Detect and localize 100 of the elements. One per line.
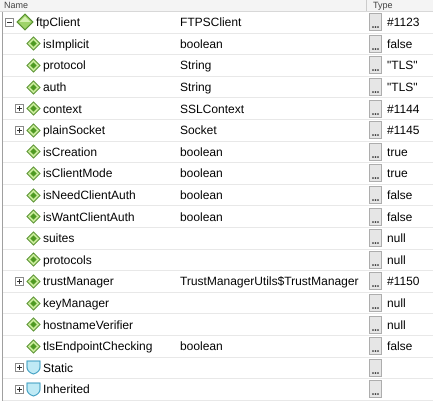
- variable-name[interactable]: tlsEndpointChecking: [43, 339, 152, 354]
- variable-value: null: [387, 252, 406, 267]
- variable-value: true: [387, 144, 408, 159]
- diamond-icon: [16, 13, 34, 32]
- ellipsis-icon: [372, 48, 379, 50]
- diamond-icon: [26, 274, 41, 289]
- variable-name[interactable]: isWantClientAuth: [43, 210, 135, 224]
- variable-type: boolean: [180, 188, 223, 202]
- details-button[interactable]: [369, 229, 382, 248]
- expand-icon[interactable]: [15, 384, 24, 394]
- ellipsis-icon: [372, 69, 379, 72]
- details-button[interactable]: [369, 294, 382, 312]
- variable-type: String: [180, 58, 212, 72]
- diamond-icon: [26, 166, 41, 181]
- collapse-icon[interactable]: [5, 18, 14, 27]
- expand-icon[interactable]: [15, 104, 24, 114]
- details-button[interactable]: [369, 78, 382, 96]
- details-button[interactable]: [369, 142, 382, 161]
- variable-name[interactable]: isNeedClientAuth: [43, 188, 136, 202]
- diamond-icon: [26, 209, 41, 224]
- variable-type: Socket: [180, 123, 217, 138]
- variable-type: boolean: [180, 166, 223, 180]
- diamond-icon: [26, 296, 41, 311]
- ellipsis-icon: [372, 372, 379, 374]
- variable-name[interactable]: protocol: [43, 58, 86, 72]
- ellipsis-icon: [372, 393, 379, 396]
- details-button[interactable]: [369, 164, 382, 182]
- variable-type: TrustManagerUtils$TrustManager: [180, 274, 359, 288]
- variable-value: false: [387, 188, 412, 202]
- diamond-icon: [26, 230, 41, 246]
- column-header[interactable]: Type: [366, 0, 393, 11]
- details-button[interactable]: [369, 250, 382, 269]
- details-button[interactable]: [369, 121, 382, 140]
- variable-name[interactable]: keyManager: [43, 296, 110, 310]
- diamond-icon: [26, 58, 41, 73]
- ellipsis-icon: [372, 328, 379, 331]
- diamond-icon: [26, 188, 41, 203]
- ellipsis-icon: [372, 350, 379, 352]
- ellipsis-icon: [372, 112, 379, 115]
- diamond-icon: [26, 122, 41, 138]
- ellipsis-icon: [372, 264, 379, 266]
- variable-type: FTPSClient: [180, 15, 242, 30]
- variable-name[interactable]: trustManager: [43, 274, 114, 288]
- details-button[interactable]: [369, 34, 382, 53]
- expand-icon[interactable]: [15, 276, 24, 286]
- variable-value: false: [387, 210, 412, 224]
- details-button[interactable]: [369, 358, 382, 377]
- variable-type: String: [180, 80, 212, 94]
- variable-name[interactable]: Inherited: [43, 382, 90, 396]
- variable-type: boolean: [180, 210, 223, 224]
- variable-value: #1144: [387, 102, 420, 116]
- expand-icon[interactable]: [15, 363, 24, 372]
- variable-name[interactable]: context: [43, 102, 82, 116]
- variable-name[interactable]: ftpClient: [36, 15, 80, 30]
- variable-value: null: [387, 318, 406, 332]
- variable-value: "TLS": [387, 58, 418, 72]
- variable-value: false: [387, 36, 412, 51]
- variable-name[interactable]: isImplicit: [43, 36, 90, 51]
- details-button[interactable]: [369, 337, 382, 356]
- variable-value: #1150: [387, 274, 420, 288]
- variable-type: boolean: [180, 339, 223, 354]
- ellipsis-icon: [372, 242, 379, 244]
- ellipsis-icon: [372, 220, 379, 223]
- diamond-icon: [26, 317, 41, 332]
- variable-value: "TLS": [387, 80, 418, 94]
- variable-value: null: [387, 296, 406, 310]
- variable-value: #1123: [387, 15, 420, 30]
- variable-name[interactable]: hostnameVerifier: [43, 318, 134, 332]
- diamond-icon: [26, 101, 41, 116]
- ellipsis-icon: [372, 177, 379, 180]
- ellipsis-icon: [372, 134, 379, 136]
- details-button[interactable]: [369, 272, 382, 290]
- ellipsis-icon: [372, 26, 379, 28]
- ellipsis-icon: [372, 285, 379, 288]
- variable-value: #1145: [387, 123, 420, 138]
- variable-name[interactable]: plainSocket: [43, 123, 106, 138]
- variable-name[interactable]: isClientMode: [43, 166, 112, 180]
- diamond-icon: [26, 36, 41, 52]
- details-button[interactable]: [369, 56, 382, 74]
- column-header[interactable]: Name: [0, 0, 366, 11]
- ellipsis-icon: [372, 156, 379, 158]
- details-button[interactable]: [369, 100, 382, 118]
- variable-name[interactable]: Static: [43, 360, 74, 375]
- diamond-icon: [26, 252, 41, 268]
- variable-name[interactable]: isCreation: [43, 144, 98, 159]
- variable-value: true: [387, 166, 408, 180]
- variable-type: boolean: [180, 36, 223, 51]
- variable-name[interactable]: suites: [43, 231, 74, 246]
- variable-name[interactable]: auth: [43, 80, 66, 94]
- diamond-icon: [26, 80, 41, 95]
- variable-name[interactable]: protocols: [43, 252, 92, 267]
- expand-icon[interactable]: [15, 126, 24, 135]
- details-button[interactable]: [369, 316, 382, 334]
- details-button[interactable]: [369, 13, 382, 32]
- ellipsis-icon: [372, 199, 379, 202]
- details-button[interactable]: [369, 380, 382, 398]
- details-button[interactable]: [369, 186, 382, 204]
- shield-icon: [26, 360, 41, 376]
- shield-icon: [26, 382, 41, 397]
- details-button[interactable]: [369, 208, 382, 226]
